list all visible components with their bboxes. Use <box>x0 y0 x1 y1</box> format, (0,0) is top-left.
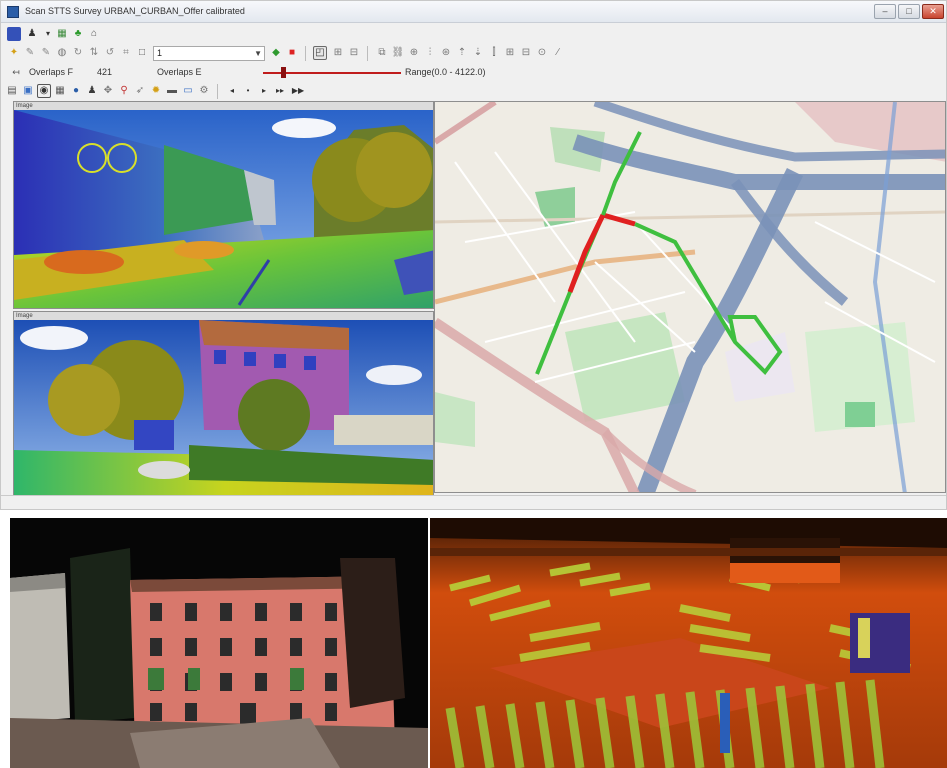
grid-view-icon[interactable]: ▦ <box>53 84 67 98</box>
arrow-left-icon[interactable]: ↤ <box>9 65 23 79</box>
crosswalk-pointcloud-image <box>430 518 947 768</box>
grid-icon[interactable]: ▦ <box>55 27 69 41</box>
zoom-combo[interactable]: 1 ▼ <box>153 46 265 61</box>
skip-end-icon[interactable]: ▶▶ <box>291 84 305 98</box>
up-icon[interactable]: ⇡ <box>455 46 469 60</box>
separator <box>367 46 368 61</box>
person-icon[interactable]: ♟ <box>85 84 99 98</box>
zoom-value: 1 <box>157 48 163 58</box>
toolbar-row-4: ▤ ▣ ◉ ▦ ● ♟ ✥ ⚲ ➶ ✹ ▬ ▭ ⚙ ◂ • ▸ ▸▸ ▶▶ <box>1 81 946 102</box>
viewport-header: Image <box>14 312 433 320</box>
tree-icon[interactable]: ♣ <box>71 27 85 41</box>
map-viewport[interactable] <box>434 101 946 493</box>
toolbar-row-3: ↤ Overlaps F 421 Overlaps E Range(0.0 - … <box>1 62 946 83</box>
link-icon[interactable]: ⛓ <box>391 46 405 60</box>
play-icon[interactable]: ▸ <box>257 84 271 98</box>
fast-forward-icon[interactable]: ▸▸ <box>273 84 287 98</box>
lock-icon[interactable]: ⊕ <box>407 46 421 60</box>
separator <box>305 46 306 61</box>
app-icon <box>7 6 19 18</box>
street-scene-lower <box>14 320 433 504</box>
table-icon[interactable]: ⊟ <box>519 46 533 60</box>
minimize-button[interactable]: – <box>874 4 896 19</box>
cursor-icon[interactable]: ➶ <box>133 84 147 98</box>
pan-icon[interactable]: ✥ <box>101 84 115 98</box>
range-slider-thumb[interactable] <box>281 67 286 78</box>
step-back-icon[interactable]: ◂ <box>225 84 239 98</box>
window-title: Scan STTS Survey URBAN_CURBAN_Offer cali… <box>25 6 245 16</box>
title-bar: Scan STTS Survey URBAN_CURBAN_Offer cali… <box>1 1 946 23</box>
separator <box>217 84 218 99</box>
building-scan <box>10 518 428 768</box>
brush-icon[interactable]: ∕ <box>551 46 565 60</box>
zoom-icon[interactable]: ⚲ <box>117 84 131 98</box>
toolbar-row-1: ♟ ▾ ▦ ♣ ⌂ <box>1 24 946 45</box>
copy-icon[interactable]: ⧉ <box>375 46 389 60</box>
layers-icon[interactable] <box>7 27 21 41</box>
globe-icon[interactable]: ◍ <box>55 46 69 60</box>
target-icon[interactable]: ⊛ <box>439 46 453 60</box>
globe-alt-icon[interactable]: ● <box>69 84 83 98</box>
street-map <box>435 102 945 492</box>
eye-icon[interactable]: ◉ <box>37 84 51 98</box>
select-tool-icon[interactable]: ◰ <box>313 46 327 60</box>
status-bar <box>1 495 946 509</box>
floppy-icon[interactable]: ▤ <box>5 84 19 98</box>
building-pointcloud-image <box>10 518 428 768</box>
camera-icon[interactable]: ⊙ <box>535 46 549 60</box>
dropdown-icon[interactable]: ▾ <box>41 27 55 41</box>
rectangle-icon[interactable]: □ <box>135 46 149 60</box>
overlap2-label: Overlaps E <box>157 67 202 77</box>
rotate-alt-icon[interactable]: ↺ <box>103 46 117 60</box>
split-icon[interactable]: ⇅ <box>87 46 101 60</box>
settings-icon[interactable]: ⚙ <box>197 84 211 98</box>
crop-icon[interactable]: ⌗ <box>119 46 133 60</box>
overlap-label: Overlaps F <box>29 67 74 77</box>
image-viewport-upper[interactable]: Image <box>13 101 434 309</box>
filter-icon[interactable]: ⊟ <box>347 46 361 60</box>
folder-icon[interactable]: ▣ <box>21 84 35 98</box>
stop-icon[interactable]: ■ <box>285 46 299 60</box>
monitor-icon[interactable]: ▭ <box>181 84 195 98</box>
pencil-alt-icon[interactable]: ✎ <box>39 46 53 60</box>
range-label: Range(0.0 - 4122.0) <box>405 67 486 77</box>
crosswalk-scan <box>430 518 947 768</box>
measure-icon[interactable]: ⊞ <box>331 46 345 60</box>
toolbar-row-2: ✦ ✎ ✎ ◍ ↻ ⇅ ↺ ⌗ □ 1 ▼ ◆ ■ ◰ ⊞ ⊟ ⧉ ⛓ ⊕ ⫶ … <box>1 43 946 64</box>
pencil-icon[interactable]: ✎ <box>23 46 37 60</box>
align-icon[interactable]: ⫿ <box>487 46 501 60</box>
image-icon[interactable]: ▬ <box>165 84 179 98</box>
chart-icon[interactable]: ⫶ <box>423 46 437 60</box>
home-icon[interactable]: ⌂ <box>87 27 101 41</box>
light-icon[interactable]: ✹ <box>149 84 163 98</box>
user-icon[interactable]: ♟ <box>25 27 39 41</box>
street-scene-upper <box>14 110 433 308</box>
chevron-down-icon: ▼ <box>254 49 262 58</box>
star-icon[interactable]: ✦ <box>7 46 21 60</box>
image-viewport-lower[interactable]: Image <box>13 311 434 505</box>
close-button[interactable]: ✕ <box>922 4 944 19</box>
down-icon[interactable]: ⇣ <box>471 46 485 60</box>
paint-icon[interactable]: ◆ <box>269 46 283 60</box>
application-window: Scan STTS Survey URBAN_CURBAN_Offer cali… <box>0 0 947 510</box>
overlap-value[interactable]: 421 <box>97 67 112 77</box>
grid-alt-icon[interactable]: ⊞ <box>503 46 517 60</box>
maximize-button[interactable]: □ <box>898 4 920 19</box>
pause-icon[interactable]: • <box>241 84 255 98</box>
rotate-icon[interactable]: ↻ <box>71 46 85 60</box>
viewport-header: Image <box>14 102 433 110</box>
